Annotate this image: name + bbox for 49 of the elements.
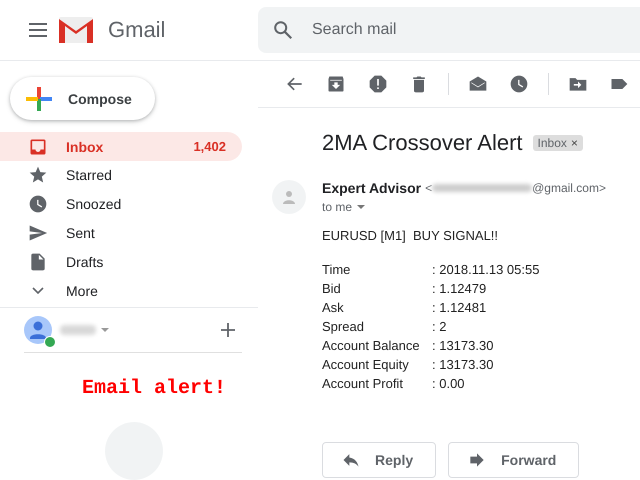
alert-annotation: Email alert! bbox=[82, 376, 228, 400]
compose-button[interactable]: Compose bbox=[10, 77, 155, 120]
clock-icon bbox=[28, 194, 48, 214]
signal-headline: EURUSD [M1] BUY SIGNAL!! bbox=[322, 228, 500, 243]
nav-item[interactable]: Snoozed bbox=[0, 190, 242, 219]
field-value: : 13173.30 bbox=[432, 337, 494, 354]
sender-name: Expert Advisor bbox=[322, 180, 422, 196]
blurred-account-name bbox=[60, 324, 96, 335]
search-field[interactable]: Search mail bbox=[258, 7, 640, 53]
person-icon bbox=[281, 189, 297, 205]
field-label: Bid bbox=[322, 280, 342, 297]
inbox-label-tag: Inbox × bbox=[532, 135, 583, 151]
recipient-label: to me bbox=[322, 200, 352, 214]
field-label: Account Balance bbox=[322, 337, 421, 354]
field-label: Ask bbox=[322, 299, 345, 316]
user-avatar-icon[interactable] bbox=[24, 316, 52, 344]
field-value: : 1.12481 bbox=[432, 299, 488, 316]
reply-button[interactable]: Reply bbox=[322, 442, 436, 478]
email-bracket: < bbox=[425, 181, 432, 195]
plus-icon bbox=[26, 86, 52, 112]
nav-item[interactable]: Sent bbox=[0, 218, 242, 248]
field-label: Account Equity bbox=[322, 356, 410, 373]
nav-item[interactable]: Drafts bbox=[0, 247, 242, 276]
field-label: Spread bbox=[322, 318, 365, 335]
field-label: Time bbox=[322, 261, 352, 278]
inbox-icon bbox=[28, 136, 48, 157]
field-value: : 2018.11.13 05:55 bbox=[432, 261, 540, 278]
nav-item[interactable]: Starred bbox=[0, 161, 242, 190]
envelope-logo-icon[interactable] bbox=[58, 16, 94, 44]
remove-label-button[interactable]: × bbox=[570, 136, 578, 150]
field-value: : 2 bbox=[432, 318, 448, 335]
field-label: Account Profit bbox=[322, 375, 404, 392]
menu-icon[interactable] bbox=[28, 20, 48, 40]
email-subject: 2MA Crossover Alert bbox=[322, 130, 523, 156]
unread-count: 1,402 bbox=[193, 139, 226, 154]
app-name: Gmail bbox=[108, 17, 166, 43]
star-icon bbox=[28, 165, 48, 186]
field-value: : 13173.30 bbox=[432, 356, 494, 373]
forward-button[interactable]: Forward bbox=[448, 442, 580, 478]
field-value: : 0.00 bbox=[432, 375, 466, 392]
nav-item[interactable]: More bbox=[0, 276, 242, 305]
search-input[interactable]: Search mail bbox=[310, 20, 594, 40]
nav-item[interactable]: Inbox 1,402 bbox=[0, 132, 242, 161]
search-icon bbox=[272, 19, 294, 41]
field-value: : 1.12479 bbox=[432, 280, 488, 297]
caret-icon[interactable] bbox=[356, 202, 366, 212]
send-icon bbox=[28, 222, 48, 243]
chevron-down-icon bbox=[32, 287, 44, 294]
email-domain: @gmail.com> bbox=[532, 181, 606, 195]
